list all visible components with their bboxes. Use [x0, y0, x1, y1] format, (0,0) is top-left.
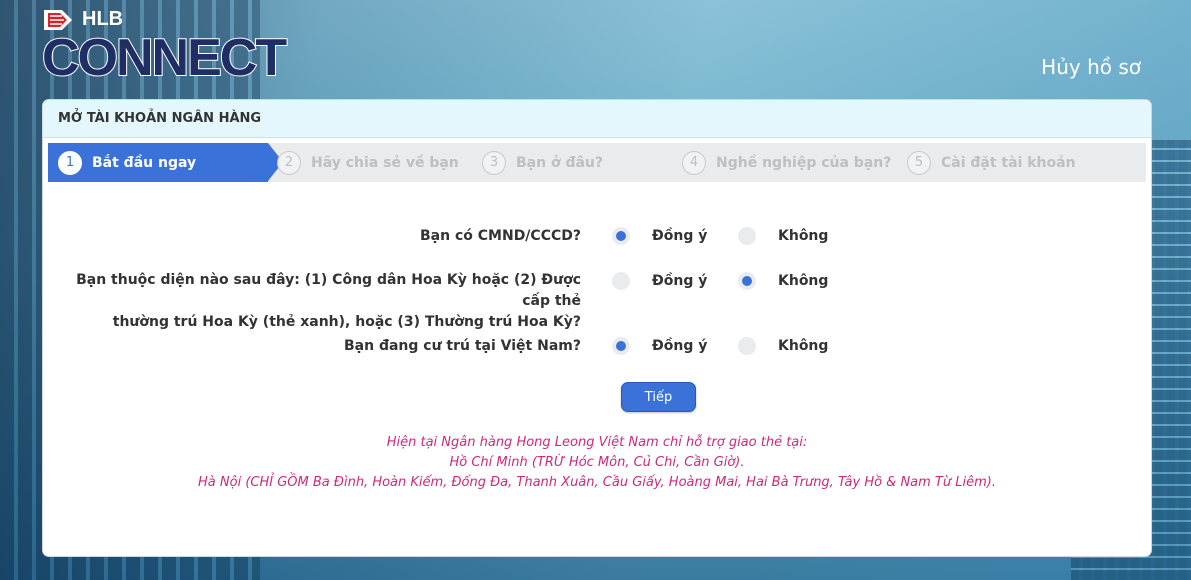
panel-title: MỞ TÀI KHOẢN NGÂN HÀNG: [43, 100, 1151, 138]
question-label-line2: thường trú Hoa Kỳ (thẻ xanh), hoặc (3) T…: [112, 314, 581, 330]
question-label: Bạn thuộc diện nào sau đây: (1) Công dân…: [61, 270, 581, 333]
option-no-label: Không: [778, 338, 829, 354]
step-1[interactable]: 1 Bắt đầu ngay: [48, 143, 283, 182]
radio-no[interactable]: [738, 227, 756, 245]
radio-no[interactable]: [738, 337, 756, 355]
radio-yes-checked[interactable]: [612, 337, 630, 355]
question-label-line1: Bạn đang cư trú tại Việt Nam?: [343, 338, 581, 354]
question-label-line1: Bạn thuộc diện nào sau đây: (1) Công dân…: [76, 272, 581, 309]
option-yes-label: Đồng ý: [652, 228, 708, 244]
logo-connect-text: CONNECT: [41, 29, 288, 87]
option-no-label: Không: [778, 228, 829, 244]
option-no[interactable]: Không: [738, 337, 828, 355]
option-yes-label: Đồng ý: [652, 273, 708, 289]
delivery-notice: Hiện tại Ngân hàng Hong Leong Việt Nam c…: [43, 433, 1151, 493]
logo-hlb-text: HLB: [82, 8, 124, 30]
cancel-application-link[interactable]: Hủy hồ sơ: [1041, 55, 1141, 79]
step-1-label: Bắt đầu ngay: [92, 154, 197, 171]
option-no[interactable]: Không: [738, 272, 828, 290]
step-4[interactable]: 4 Nghề nghiệp của bạn?: [682, 143, 891, 182]
step-4-label: Nghề nghiệp của bạn?: [716, 154, 892, 171]
notice-line3: Hà Nội (CHỈ GỒM Ba Đình, Hoàn Kiếm, Đống…: [198, 475, 996, 490]
step-3[interactable]: 3 Bạn ở đâu?: [482, 143, 603, 182]
option-no-label: Không: [778, 273, 829, 289]
step-5-number: 5: [907, 150, 931, 175]
step-progress: 1 Bắt đầu ngay 2 Hãy chia sẻ về bạn 3 Bạ…: [48, 143, 1146, 182]
step-2-label: Hãy chia sẻ về bạn: [311, 154, 459, 171]
step-2-number: 2: [277, 150, 301, 175]
notice-line1: Hiện tại Ngân hàng Hong Leong Việt Nam c…: [386, 435, 808, 450]
step-1-number: 1: [58, 150, 82, 175]
radio-no-checked[interactable]: [738, 272, 756, 290]
option-yes-label: Đồng ý: [652, 338, 708, 354]
step-2[interactable]: 2 Hãy chia sẻ về bạn: [277, 143, 459, 182]
option-yes[interactable]: Đồng ý: [612, 227, 707, 245]
radio-yes[interactable]: [612, 272, 630, 290]
question-label-line1: Bạn có CMND/CCCD?: [420, 228, 581, 244]
hlb-connect-logo[interactable]: HLB CONNECT: [41, 6, 288, 87]
open-account-panel: MỞ TÀI KHOẢN NGÂN HÀNG 1 Bắt đầu ngay 2 …: [42, 99, 1152, 557]
notice-line2: Hồ Chí Minh (TRỪ Hóc Môn, Củ Chi, Cần Gi…: [449, 455, 745, 470]
option-no[interactable]: Không: [738, 227, 828, 245]
next-button[interactable]: Tiếp: [621, 382, 696, 412]
question-label: Bạn đang cư trú tại Việt Nam?: [61, 336, 581, 357]
step-3-number: 3: [482, 150, 506, 175]
step-3-label: Bạn ở đâu?: [516, 154, 604, 171]
radio-yes-checked[interactable]: [612, 227, 630, 245]
option-yes[interactable]: Đồng ý: [612, 337, 707, 355]
step-4-number: 4: [682, 150, 706, 175]
step-5-label: Cài đặt tài khoản: [941, 154, 1076, 171]
question-label: Bạn có CMND/CCCD?: [61, 226, 581, 247]
step-5[interactable]: 5 Cài đặt tài khoản: [907, 143, 1076, 182]
option-yes[interactable]: Đồng ý: [612, 272, 707, 290]
